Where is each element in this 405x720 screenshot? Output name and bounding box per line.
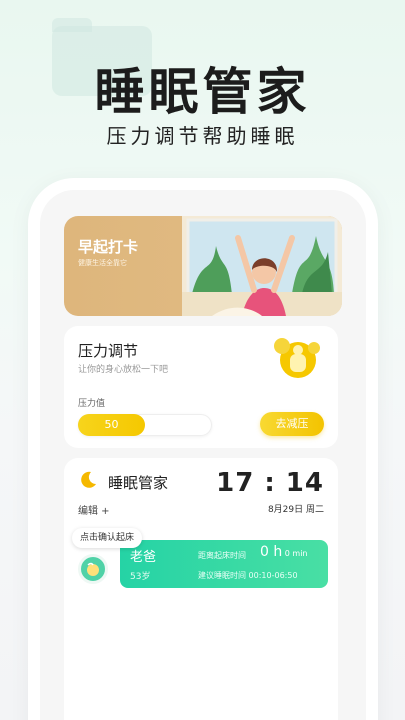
member-age: 53岁 — [130, 572, 151, 582]
suggested-sleep-time: 建议睡眠时间 00:10-06:50 — [198, 571, 298, 580]
pressure-level-fill: 50 — [78, 414, 145, 436]
hero-subtitle: 压力调节帮助睡眠 — [106, 124, 299, 148]
morning-checkin-card[interactable]: 早起打卡 健康生活全靠它 — [64, 216, 342, 316]
wake-countdown-hours: 0 h — [260, 544, 283, 560]
moon-icon — [81, 471, 96, 488]
family-member-row[interactable]: 老爸 53岁 距离起床时间 0 h 0 min 建议睡眠时间 00:10-06:… — [120, 540, 328, 588]
member-name: 老爸 — [130, 550, 157, 565]
stretching-woman-illustration — [182, 216, 342, 316]
relax-person-icon — [274, 338, 320, 378]
wake-countdown-minutes: 0 min — [282, 549, 308, 558]
confirm-wake-button[interactable]: 点击确认起床 — [72, 528, 143, 548]
current-date: 8月29日 周二 — [267, 505, 324, 515]
sleep-card: 睡眠管家 编辑 + 17 : 14 8月29日 周二 点击确认起床 老爸 53岁… — [64, 458, 338, 720]
morning-card-subtitle: 健康生活全靠它 — [78, 259, 127, 267]
hero-title: 睡眠管家 — [94, 63, 311, 121]
phone-frame: 早起打卡 健康生活全靠它 压力调节 让你的身心放松一下吧 压力值 50 去减压 … — [40, 190, 366, 720]
pressure-card[interactable]: 压力调节 让你的身心放松一下吧 压力值 50 去减压 — [64, 326, 338, 448]
wake-countdown-value: 0 h 0 min — [260, 544, 308, 560]
edit-button[interactable]: 编辑 + — [78, 502, 110, 517]
pressure-card-subtitle: 让你的身心放松一下吧 — [78, 365, 169, 375]
avatar[interactable] — [78, 554, 108, 584]
sleep-card-title: 睡眠管家 — [108, 474, 169, 492]
wake-countdown-label: 距离起床时间 — [198, 551, 246, 560]
pressure-value-label: 压力值 — [78, 399, 106, 409]
pressure-slider[interactable]: 50 — [78, 414, 212, 436]
sleeping-moon-icon — [87, 562, 99, 576]
pressure-card-title: 压力调节 — [78, 342, 139, 360]
morning-card-title: 早起打卡 — [78, 238, 139, 256]
reduce-pressure-button[interactable]: 去减压 — [260, 412, 324, 436]
current-time: 17 : 14 — [216, 468, 324, 498]
